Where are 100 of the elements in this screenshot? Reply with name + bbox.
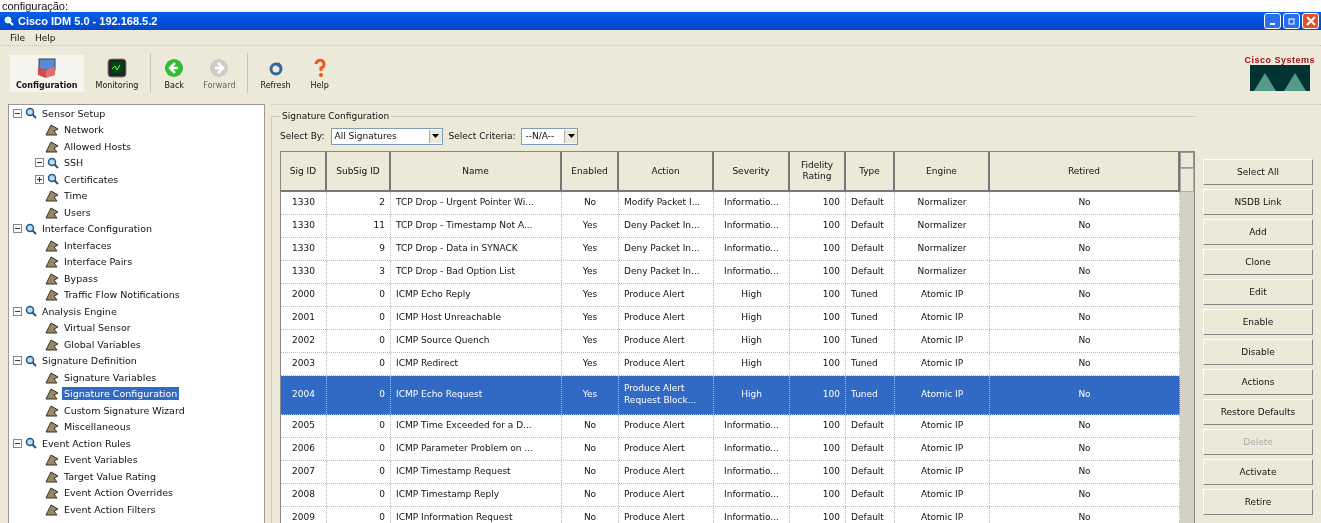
tree-item[interactable]: SSH bbox=[62, 156, 86, 170]
table-row[interactable]: 1330 2 TCP Drop - Urgent Pointer Wi... No Modify Packet I... Informatio... 100 Default Normalizer No bbox=[281, 192, 1180, 215]
action-button[interactable]: Select All bbox=[1203, 159, 1313, 185]
table-cell: 100 bbox=[790, 307, 846, 329]
tree-item[interactable]: Target Value Rating bbox=[62, 469, 159, 483]
table-cell: 2 bbox=[327, 192, 391, 214]
column-header[interactable]: Sig ID bbox=[281, 152, 327, 190]
tree-item[interactable]: Event Variables bbox=[62, 453, 140, 467]
action-button[interactable]: Enable bbox=[1203, 309, 1313, 335]
table-cell: 9 bbox=[327, 238, 391, 260]
table-row[interactable]: 2009 0 ICMP Information Request No Produce Alert Informatio... 100 Default Atomic IP No bbox=[281, 507, 1180, 523]
action-button[interactable]: Clone bbox=[1203, 249, 1313, 275]
table-cell: Atomic IP bbox=[895, 415, 990, 437]
node-icon bbox=[45, 403, 59, 417]
table-row[interactable]: 2008 0 ICMP Timestamp Reply No Produce Alert Informatio... 100 Default Atomic IP No bbox=[281, 484, 1180, 507]
close-button[interactable] bbox=[1302, 13, 1319, 29]
tree-item[interactable]: Allowed Hosts bbox=[62, 139, 133, 153]
column-header[interactable]: Type bbox=[846, 152, 895, 190]
collapse-icon[interactable] bbox=[13, 108, 22, 118]
table-cell: 0 bbox=[327, 507, 391, 523]
node-icon bbox=[45, 453, 59, 467]
menu-item[interactable]: Help bbox=[35, 32, 56, 43]
table-row[interactable]: 2001 0 ICMP Host Unreachable Yes Produce Alert High 100 Tuned Atomic IP No bbox=[281, 307, 1180, 330]
collapse-icon[interactable] bbox=[13, 356, 22, 366]
action-button[interactable]: Add bbox=[1203, 219, 1313, 245]
tree-item[interactable]: Interface Pairs bbox=[62, 255, 135, 269]
tree-item[interactable]: Miscellaneous bbox=[62, 420, 133, 434]
tree-item[interactable]: Interfaces bbox=[62, 238, 114, 252]
tree-item[interactable]: Network bbox=[62, 123, 106, 137]
tree-item[interactable]: Custom Signature Wizard bbox=[62, 403, 187, 417]
action-button[interactable]: Retire bbox=[1203, 489, 1313, 515]
action-button[interactable]: Edit bbox=[1203, 279, 1313, 305]
table-row[interactable]: 2003 0 ICMP Redirect Yes Produce Alert High 100 Tuned Atomic IP No bbox=[281, 353, 1180, 376]
table-cell: Default bbox=[846, 192, 895, 214]
minimize-button[interactable] bbox=[1264, 13, 1281, 29]
table-cell: 100 bbox=[790, 484, 846, 506]
column-header[interactable]: Action bbox=[619, 152, 714, 190]
tree-item[interactable]: Signature Configuration bbox=[62, 387, 180, 401]
close-icon bbox=[1305, 16, 1316, 26]
select-criteria-dropdown[interactable]: --N/A-- bbox=[521, 127, 579, 145]
tree-item[interactable]: Global Variables bbox=[62, 337, 143, 351]
column-header[interactable]: Severity bbox=[714, 152, 790, 190]
toolbar-button[interactable]: Refresh bbox=[254, 54, 297, 92]
tree-item[interactable]: Event Action Filters bbox=[62, 502, 158, 516]
tree-item[interactable]: Signature Definition bbox=[40, 354, 139, 368]
collapse-icon[interactable] bbox=[13, 438, 22, 448]
tree-item[interactable]: Event Action Rules bbox=[40, 436, 133, 450]
table-row[interactable]: 1330 11 TCP Drop - Timestamp Not A... Yes Deny Packet In... Informatio... 100 Default Normalizer No bbox=[281, 215, 1180, 238]
maximize-button[interactable] bbox=[1283, 13, 1300, 29]
toolbar-button[interactable]: Configuration bbox=[10, 54, 84, 92]
collapse-icon[interactable] bbox=[35, 158, 44, 168]
tree-item[interactable]: Analysis Engine bbox=[40, 304, 119, 318]
tree-item[interactable]: Bypass bbox=[62, 271, 100, 285]
action-button[interactable]: NSDB Link bbox=[1203, 189, 1313, 215]
table-row[interactable]: 2007 0 ICMP Timestamp Request No Produce Alert Informatio... 100 Default Atomic IP No bbox=[281, 461, 1180, 484]
dropdown-arrow-icon bbox=[567, 134, 575, 138]
tree-item[interactable]: Signature Variables bbox=[62, 370, 159, 384]
tree-item[interactable]: Users bbox=[62, 205, 93, 219]
action-button[interactable]: Disable bbox=[1203, 339, 1313, 365]
group-title: Signature Configuration bbox=[281, 111, 391, 121]
expand-icon[interactable] bbox=[35, 174, 44, 184]
action-button[interactable]: Activate bbox=[1203, 459, 1313, 485]
table-row[interactable]: 1330 3 TCP Drop - Bad Option List Yes Deny Packet In... Informatio... 100 Default Normalizer No bbox=[281, 261, 1180, 284]
table-row[interactable]: 1330 9 TCP Drop - Data in SYNACK Yes Deny Packet In... Informatio... 100 Default Normalizer No bbox=[281, 238, 1180, 261]
table-cell: Informatio... bbox=[714, 507, 790, 523]
table-cell: 0 bbox=[327, 415, 391, 437]
tree-item[interactable]: Virtual Sensor bbox=[62, 321, 133, 335]
table-cell: 0 bbox=[327, 376, 391, 414]
column-header[interactable]: Engine bbox=[895, 152, 990, 190]
tree-item[interactable]: Event Action Overrides bbox=[62, 486, 176, 500]
table-row[interactable]: 2002 0 ICMP Source Quench Yes Produce Alert High 100 Tuned Atomic IP No bbox=[281, 330, 1180, 353]
table-cell: Atomic IP bbox=[895, 461, 990, 483]
table-row[interactable]: 2005 0 ICMP Time Exceeded for a D... No Produce Alert Informatio... 100 Default Atomic IP No bbox=[281, 415, 1180, 438]
column-header[interactable]: Name bbox=[391, 152, 562, 190]
select-by-dropdown[interactable]: All Signatures bbox=[330, 127, 443, 145]
tree-item[interactable]: Interface Configuration bbox=[40, 222, 154, 236]
table-cell: Produce Alert bbox=[619, 284, 714, 306]
table-cell: 100 bbox=[790, 238, 846, 260]
collapse-icon[interactable] bbox=[13, 306, 22, 316]
tree-item[interactable]: Certificates bbox=[62, 172, 121, 186]
action-button[interactable]: Actions bbox=[1203, 369, 1313, 395]
scrollbar[interactable] bbox=[1180, 152, 1194, 523]
menu-item[interactable]: File bbox=[10, 32, 26, 43]
table-cell: Default bbox=[846, 415, 895, 437]
toolbar-button[interactable]: Back bbox=[157, 54, 192, 92]
tree-item[interactable]: Sensor Setup bbox=[40, 106, 108, 120]
table-cell: 0 bbox=[327, 461, 391, 483]
toolbar-button[interactable]: Help bbox=[302, 54, 337, 92]
table-cell: No bbox=[562, 415, 619, 437]
tree-item[interactable]: Traffic Flow Notifications bbox=[62, 288, 182, 302]
table-row[interactable]: 2000 0 ICMP Echo Reply Yes Produce Alert High 100 Tuned Atomic IP No bbox=[281, 284, 1180, 307]
action-button[interactable]: Restore Defaults bbox=[1203, 399, 1313, 425]
tree-item[interactable]: Time bbox=[62, 189, 90, 203]
toolbar-button[interactable]: Monitoring bbox=[89, 54, 145, 92]
column-header[interactable]: SubSig ID bbox=[327, 152, 391, 190]
column-header[interactable]: Enabled bbox=[562, 152, 619, 190]
table-row[interactable]: 2006 0 ICMP Parameter Problem on ... No Produce Alert Informatio... 100 Default Atomic IP No bbox=[281, 438, 1180, 461]
table-row[interactable]: 2004 0 ICMP Echo Request Yes Produce Alert Request Block... High 100 Tuned Atomic IP No bbox=[281, 376, 1180, 415]
column-header[interactable]: Fidelity Rating bbox=[790, 152, 846, 190]
collapse-icon[interactable] bbox=[13, 224, 22, 234]
